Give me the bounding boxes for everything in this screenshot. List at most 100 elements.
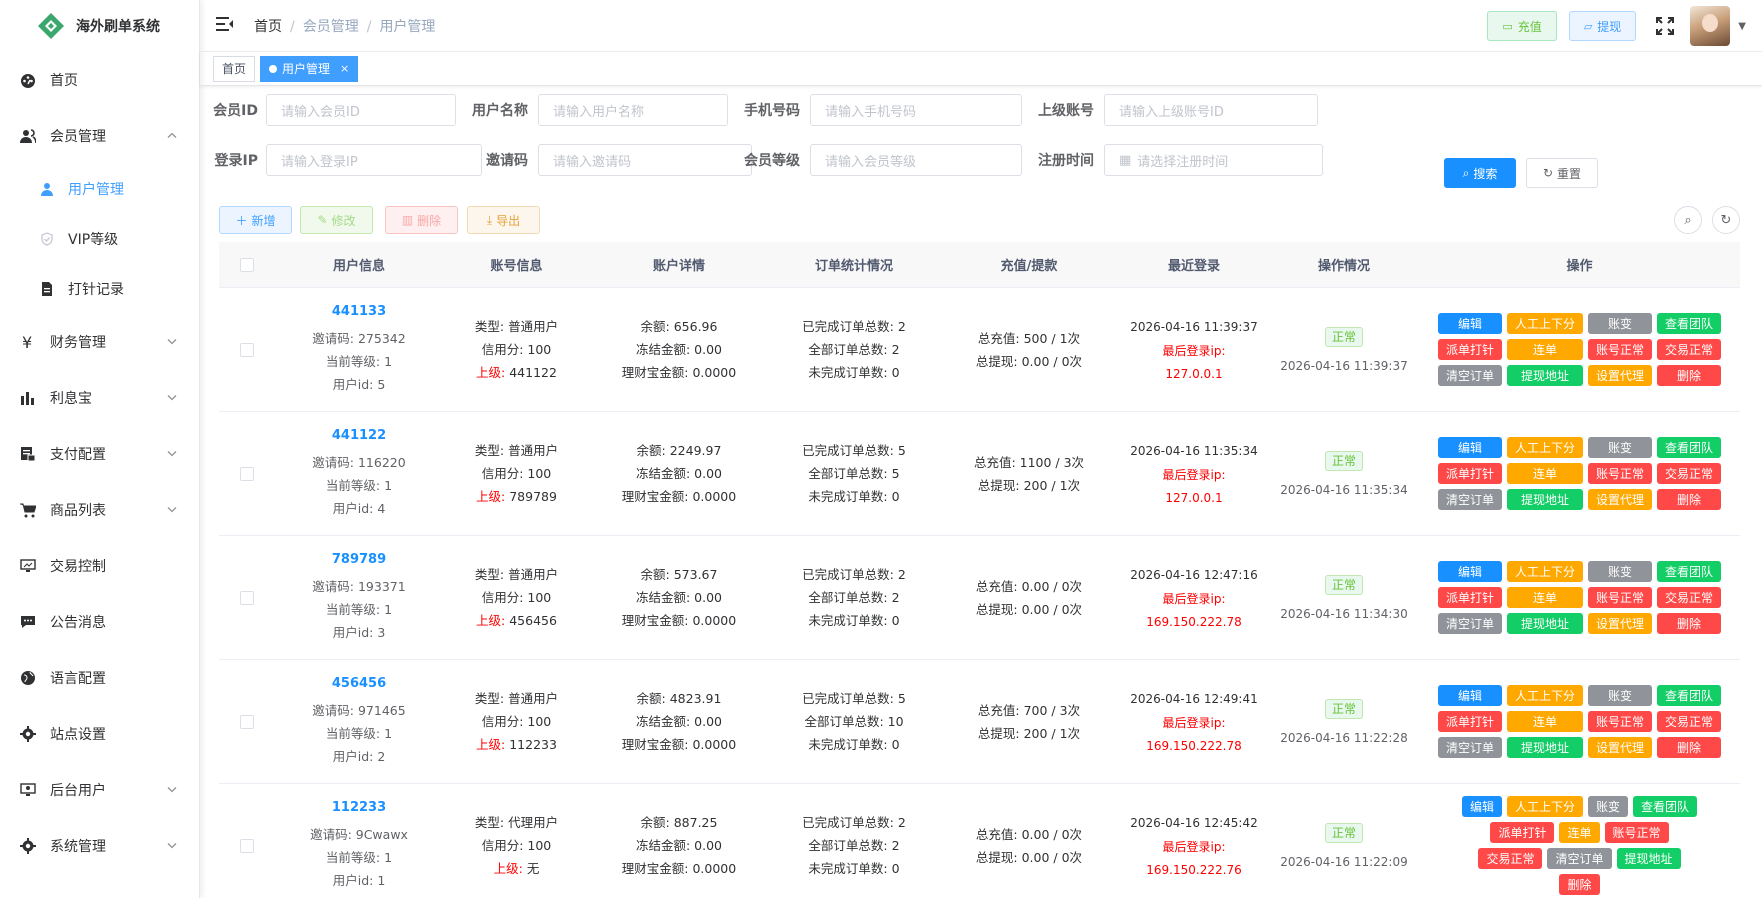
user-id-link[interactable]: 789789 [332,552,386,567]
ledger-button[interactable]: 账变 [1588,685,1653,706]
row-checkbox[interactable] [239,590,254,605]
trade-status-button[interactable]: 交易正常 [1478,848,1543,869]
clear-orders-button[interactable]: 清空订单 [1437,365,1502,386]
withdraw-address-button[interactable]: 提现地址 [1506,489,1583,510]
user-id-link[interactable]: 112233 [332,800,386,815]
inject-order-button[interactable]: 派单打针 [1437,711,1502,732]
edit-button[interactable]: ✎ 修改 [300,206,373,234]
set-agent-button[interactable]: 设置代理 [1588,613,1653,634]
ledger-button[interactable]: 账变 [1588,437,1653,458]
edit-button[interactable]: 编辑 [1437,313,1502,334]
set-agent-button[interactable]: 设置代理 [1588,365,1653,386]
user-id-link[interactable]: 456456 [332,676,386,691]
edit-button[interactable]: 编辑 [1437,437,1502,458]
row-checkbox[interactable] [239,342,254,357]
row-checkbox[interactable] [239,466,254,481]
parent-input[interactable]: 请输入上级账号ID [1104,94,1318,126]
withdraw-button[interactable]: ▱ 提现 [1568,11,1637,41]
recharge-button[interactable]: ▭ 充值 [1487,11,1557,41]
delete-row-button[interactable]: 删除 [1559,874,1600,895]
row-checkbox[interactable] [239,714,254,729]
select-all-checkbox[interactable] [239,257,254,272]
ledger-button[interactable]: 账变 [1588,561,1653,582]
inject-order-button[interactable]: 派单打针 [1437,339,1502,360]
phone-input[interactable]: 请输入手机号码 [810,94,1022,126]
edit-button[interactable]: 编辑 [1461,796,1502,817]
trade-status-button[interactable]: 交易正常 [1657,587,1722,608]
account-status-button[interactable]: 账号正常 [1588,711,1653,732]
toggle-search-button[interactable]: ⌕ [1674,206,1702,234]
refresh-table-button[interactable]: ↻ [1712,206,1740,234]
inject-order-button[interactable]: 派单打针 [1490,822,1555,843]
trade-status-button[interactable]: 交易正常 [1657,463,1722,484]
sidebar-subitem-1[interactable]: VIP等级 [0,214,199,264]
clear-orders-button[interactable]: 清空订单 [1437,613,1502,634]
edit-button[interactable]: 编辑 [1437,685,1502,706]
tag-home[interactable]: 首页 [213,55,256,82]
chain-order-button[interactable]: 连单 [1506,339,1583,360]
sidebar-item-4[interactable]: 支付配置 [0,426,199,482]
view-team-button[interactable]: 查看团队 [1657,561,1722,582]
avatar[interactable] [1690,6,1731,46]
inject-order-button[interactable]: 派单打针 [1437,463,1502,484]
withdraw-address-button[interactable]: 提现地址 [1506,737,1583,758]
withdraw-address-button[interactable]: 提现地址 [1616,848,1681,869]
trade-status-button[interactable]: 交易正常 [1657,339,1722,360]
username-input[interactable]: 请输入用户名称 [538,94,728,126]
withdraw-address-button[interactable]: 提现地址 [1506,613,1583,634]
chain-order-button[interactable]: 连单 [1506,711,1583,732]
reset-button[interactable]: ↻ 重置 [1526,158,1598,188]
row-checkbox[interactable] [239,838,254,853]
ledger-button[interactable]: 账变 [1588,313,1653,334]
view-team-button[interactable]: 查看团队 [1657,313,1722,334]
clear-orders-button[interactable]: 清空订单 [1437,737,1502,758]
set-agent-button[interactable]: 设置代理 [1588,489,1653,510]
fullscreen-icon[interactable] [1654,15,1676,37]
trade-status-button[interactable]: 交易正常 [1657,711,1722,732]
level-input[interactable]: 请输入会员等级 [810,144,1022,176]
add-button[interactable]: ＋新增 [219,206,292,234]
account-status-button[interactable]: 账号正常 [1588,339,1653,360]
user-id-link[interactable]: 441133 [332,304,386,319]
inject-order-button[interactable]: 派单打针 [1437,587,1502,608]
login-ip-input[interactable]: 请输入登录IP [266,144,482,176]
member-id-input[interactable]: 请输入会员ID [266,94,456,126]
sidebar-item-2[interactable]: ¥ 财务管理 [0,314,199,370]
manual-adjust-button[interactable]: 人工上下分 [1506,685,1583,706]
tag-user-management[interactable]: 用户管理 × [260,55,359,82]
export-button[interactable]: ⤓ 导出 [467,206,540,234]
view-team-button[interactable]: 查看团队 [1657,437,1722,458]
delete-row-button[interactable]: 删除 [1657,613,1722,634]
ledger-button[interactable]: 账变 [1588,796,1629,817]
breadcrumb-home[interactable]: 首页 [254,19,282,35]
manual-adjust-button[interactable]: 人工上下分 [1506,313,1583,334]
account-status-button[interactable]: 账号正常 [1588,587,1653,608]
delete-button[interactable]: ▥ 删除 [385,206,458,234]
close-icon[interactable]: × [340,62,349,75]
manual-adjust-button[interactable]: 人工上下分 [1506,796,1583,817]
withdraw-address-button[interactable]: 提现地址 [1506,365,1583,386]
sidebar-item-9[interactable]: 站点设置 [0,706,199,762]
account-status-button[interactable]: 账号正常 [1604,822,1669,843]
delete-row-button[interactable]: 删除 [1657,365,1722,386]
account-status-button[interactable]: 账号正常 [1588,463,1653,484]
chain-order-button[interactable]: 连单 [1506,463,1583,484]
sidebar-item-10[interactable]: 后台用户 [0,762,199,818]
sidebar-item-3[interactable]: 利息宝 [0,370,199,426]
sidebar-item-7[interactable]: 公告消息 [0,594,199,650]
sidebar-subitem-2[interactable]: 打针记录 [0,264,199,314]
manual-adjust-button[interactable]: 人工上下分 [1506,437,1583,458]
sidebar-subitem-0[interactable]: 用户管理 [0,164,199,214]
chain-order-button[interactable]: 连单 [1559,822,1600,843]
sidebar-item-6[interactable]: 交易控制 [0,538,199,594]
delete-row-button[interactable]: 删除 [1657,489,1722,510]
clear-orders-button[interactable]: 清空订单 [1547,848,1612,869]
view-team-button[interactable]: 查看团队 [1657,685,1722,706]
chevron-down-icon[interactable]: ▼ [1738,21,1746,32]
chain-order-button[interactable]: 连单 [1506,587,1583,608]
edit-button[interactable]: 编辑 [1437,561,1502,582]
set-agent-button[interactable]: 设置代理 [1588,737,1653,758]
user-id-link[interactable]: 441122 [332,428,386,443]
search-button[interactable]: ⌕ 搜索 [1444,158,1516,188]
sidebar-item-11[interactable]: 系统管理 [0,818,199,874]
